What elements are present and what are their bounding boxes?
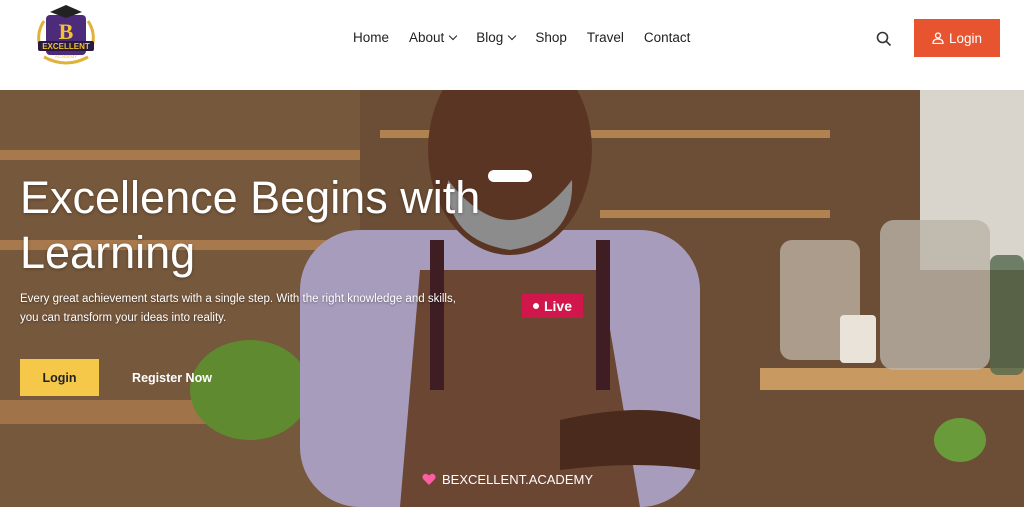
nav-item-about[interactable]: About bbox=[409, 30, 458, 45]
main-nav: Home About Blog Shop Travel Contact bbox=[353, 30, 710, 45]
header-login-label: Login bbox=[948, 30, 983, 46]
nav-item-travel[interactable]: Travel bbox=[587, 30, 624, 45]
nav-item-contact[interactable]: Contact bbox=[644, 30, 691, 45]
live-dot-icon bbox=[532, 303, 539, 309]
site-logo[interactable]: B EXCELLENT ACADEMY bbox=[30, 3, 102, 75]
register-now-button[interactable]: Register Now bbox=[120, 359, 224, 396]
nav-item-blog[interactable]: Blog bbox=[476, 30, 517, 45]
brand-caption: BEXCELLENT.ACADEMY bbox=[422, 472, 593, 487]
hero-title: Excellence Begins with Learning bbox=[20, 172, 481, 278]
nav-item-label: Shop bbox=[535, 30, 567, 45]
nav-item-label: About bbox=[409, 30, 445, 45]
logo-sub: ACADEMY bbox=[55, 54, 77, 59]
nav-item-label: Travel bbox=[586, 30, 624, 45]
nav-item-label: Home bbox=[353, 30, 390, 45]
hero-login-button[interactable]: Login bbox=[20, 359, 99, 396]
chevron-down-icon bbox=[449, 31, 458, 41]
heart-icon bbox=[422, 473, 436, 485]
nav-item-shop[interactable]: Shop bbox=[535, 30, 567, 45]
nav-item-label: Blog bbox=[476, 30, 504, 45]
brand-caption-text: BEXCELLENT.ACADEMY bbox=[442, 472, 593, 487]
site-header: B EXCELLENT ACADEMY Home About Blog Shop… bbox=[0, 0, 1024, 90]
nav-item-label: Contact bbox=[643, 30, 691, 45]
hero-description: Every great achievement starts with a si… bbox=[20, 293, 456, 324]
logo-name: EXCELLENT bbox=[42, 42, 90, 51]
user-icon bbox=[932, 32, 944, 44]
logo-letter: B bbox=[59, 19, 74, 44]
search-icon[interactable] bbox=[875, 30, 893, 48]
nav-item-home[interactable]: Home bbox=[353, 30, 389, 45]
live-badge: Live bbox=[522, 294, 583, 318]
chevron-down-icon bbox=[508, 31, 517, 41]
hero-section: Excellence Begins with Learning Every gr… bbox=[0, 90, 1024, 507]
live-label: Live bbox=[543, 298, 572, 314]
header-login-button[interactable]: Login bbox=[914, 19, 1000, 57]
